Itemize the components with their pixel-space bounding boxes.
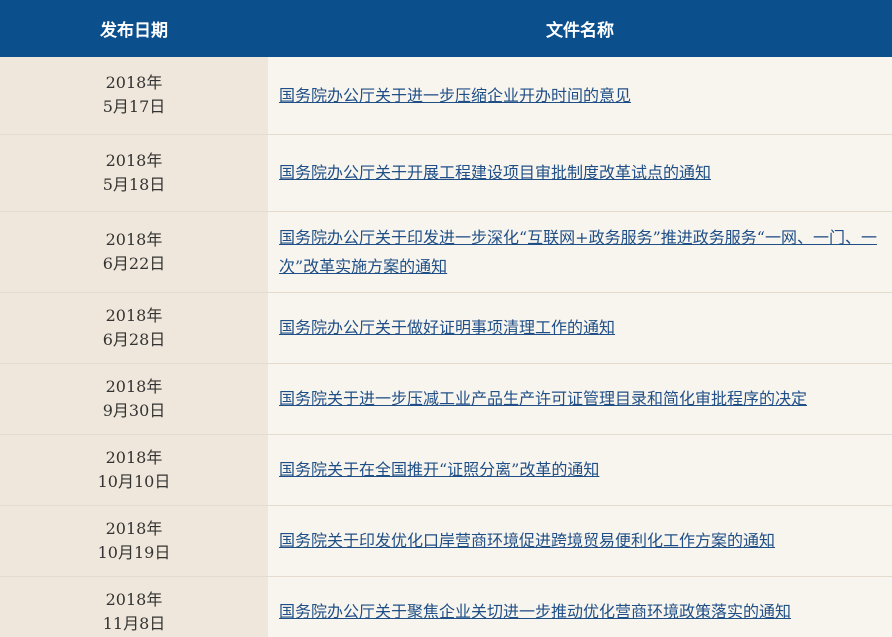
date-day: 11月8日	[102, 613, 166, 633]
table-row: 2018年 10月10日 国务院关于在全国推开“证照分离”改革的通知	[0, 434, 892, 506]
date-year: 2018年	[105, 73, 163, 93]
table-row: 2018年 5月17日 国务院办公厅关于进一步压缩企业开办时间的意见	[0, 57, 892, 135]
date-year: 2018年	[105, 305, 163, 325]
table-header: 发布日期 文件名称	[0, 0, 892, 57]
document-link[interactable]: 国务院关于进一步压减工业产品生产许可证管理目录和简化审批程序的决定	[279, 389, 807, 408]
date-year: 2018年	[105, 376, 163, 396]
date-day: 6月28日	[102, 329, 166, 349]
document-link[interactable]: 国务院办公厅关于聚焦企业关切进一步推动优化营商环境政策落实的通知	[279, 602, 791, 621]
table-row: 2018年 9月30日 国务院关于进一步压减工业产品生产许可证管理目录和简化审批…	[0, 363, 892, 435]
date-cell: 2018年 10月10日	[0, 434, 268, 506]
document-link[interactable]: 国务院办公厅关于印发进一步深化“互联网+政务服务”推进政务服务“一网、一门、一次…	[279, 228, 877, 276]
date-year: 2018年	[105, 518, 163, 538]
documents-table: 发布日期 文件名称 2018年 5月17日 国务院办公厅关于进一步压缩企业开办时…	[0, 0, 892, 637]
date-day: 6月22日	[102, 253, 166, 273]
table-row: 2018年 10月19日 国务院关于印发优化口岸营商环境促进跨境贸易便利化工作方…	[0, 505, 892, 577]
table-row: 2018年 6月28日 国务院办公厅关于做好证明事项清理工作的通知	[0, 292, 892, 364]
table-row: 2018年 5月18日 国务院办公厅关于开展工程建设项目审批制度改革试点的通知	[0, 134, 892, 212]
date-cell: 2018年 5月18日	[0, 134, 268, 212]
title-cell: 国务院办公厅关于印发进一步深化“互联网+政务服务”推进政务服务“一网、一门、一次…	[268, 211, 892, 293]
date-cell: 2018年 5月17日	[0, 57, 268, 135]
date-cell: 2018年 11月8日	[0, 576, 268, 637]
date-day: 10月19日	[97, 542, 171, 562]
table-row: 2018年 6月22日 国务院办公厅关于印发进一步深化“互联网+政务服务”推进政…	[0, 211, 892, 293]
document-link[interactable]: 国务院办公厅关于做好证明事项清理工作的通知	[279, 318, 615, 337]
title-cell: 国务院关于在全国推开“证照分离”改革的通知	[268, 434, 892, 506]
document-link[interactable]: 国务院办公厅关于进一步压缩企业开办时间的意见	[279, 86, 631, 105]
title-cell: 国务院办公厅关于开展工程建设项目审批制度改革试点的通知	[268, 134, 892, 212]
date-year: 2018年	[105, 150, 163, 170]
date-day: 5月17日	[102, 97, 166, 117]
date-cell: 2018年 6月28日	[0, 292, 268, 364]
table-row: 2018年 11月8日 国务院办公厅关于聚焦企业关切进一步推动优化营商环境政策落…	[0, 576, 892, 637]
document-link[interactable]: 国务院关于印发优化口岸营商环境促进跨境贸易便利化工作方案的通知	[279, 531, 775, 550]
title-cell: 国务院关于印发优化口岸营商环境促进跨境贸易便利化工作方案的通知	[268, 505, 892, 577]
date-year: 2018年	[105, 589, 163, 609]
document-link[interactable]: 国务院关于在全国推开“证照分离”改革的通知	[279, 460, 599, 479]
title-cell: 国务院办公厅关于进一步压缩企业开办时间的意见	[268, 57, 892, 135]
title-cell: 国务院办公厅关于做好证明事项清理工作的通知	[268, 292, 892, 364]
date-day: 10月10日	[97, 471, 171, 491]
date-year: 2018年	[105, 229, 163, 249]
header-date: 发布日期	[100, 21, 168, 41]
title-cell: 国务院办公厅关于聚焦企业关切进一步推动优化营商环境政策落实的通知	[268, 576, 892, 637]
date-cell: 2018年 10月19日	[0, 505, 268, 577]
date-day: 9月30日	[102, 400, 166, 420]
title-cell: 国务院关于进一步压减工业产品生产许可证管理目录和简化审批程序的决定	[268, 363, 892, 435]
date-cell: 2018年 9月30日	[0, 363, 268, 435]
header-title: 文件名称	[546, 21, 614, 41]
document-link[interactable]: 国务院办公厅关于开展工程建设项目审批制度改革试点的通知	[279, 163, 711, 182]
date-year: 2018年	[105, 447, 163, 467]
date-cell: 2018年 6月22日	[0, 211, 268, 293]
date-day: 5月18日	[102, 174, 166, 194]
